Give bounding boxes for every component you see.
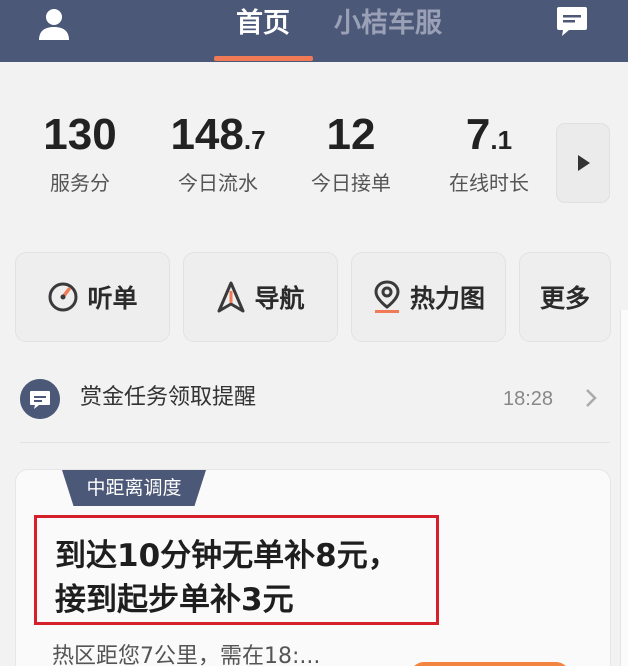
listen-orders-button[interactable]: 听单 — [16, 253, 169, 341]
stat-value: 148.7 — [170, 110, 266, 159]
top-bar: 首页 小桔车服 — [0, 0, 628, 62]
stat-today-revenue[interactable]: 148.7 今日流水 — [162, 108, 274, 197]
message-icon[interactable] — [555, 6, 589, 38]
stat-label: 在线时长 — [449, 171, 529, 195]
adjacent-panel-edge — [620, 310, 628, 666]
bounty-notice-row[interactable]: 赏金任务领取提醒 18:28 — [0, 357, 628, 439]
stat-value: 12 — [326, 110, 376, 159]
headline-line-1: 到达10分钟无单补8元， — [55, 538, 399, 574]
divider — [20, 442, 610, 443]
more-button[interactable]: 更多 — [520, 253, 610, 341]
location-pin-icon — [374, 280, 400, 313]
heatmap-button[interactable]: 热力图 — [352, 253, 505, 341]
stat-label: 今日流水 — [178, 171, 258, 195]
dispatch-card[interactable]: 中距离调度 到达10分钟无单补8元， 接到起步单补3元 热区距您7公里，需在18… — [16, 470, 610, 666]
action-label: 热力图 — [409, 284, 485, 313]
headline-line-2: 接到起步单补3元 — [55, 582, 294, 618]
navigation-button[interactable]: 导航 — [184, 253, 337, 341]
card-tag: 中距离调度 — [62, 470, 206, 506]
stat-today-orders[interactable]: 12 今日接单 — [303, 108, 399, 197]
action-label: 导航 — [254, 284, 305, 313]
stats-panel: 130 服务分 148.7 今日流水 12 今日接单 7.1 在线时长 — [0, 62, 628, 227]
stat-service-score[interactable]: 130 服务分 — [38, 108, 122, 197]
play-arrow-icon — [578, 155, 590, 171]
stat-label: 服务分 — [50, 171, 110, 195]
stats-more-button[interactable] — [557, 124, 609, 202]
card-tag-label: 中距离调度 — [86, 477, 182, 499]
gauge-icon — [48, 282, 78, 312]
chat-bubble-icon — [20, 379, 60, 419]
notice-text: 赏金任务领取提醒 — [80, 385, 257, 410]
navigation-icon — [217, 281, 245, 313]
notice-time: 18:28 — [503, 388, 554, 410]
stat-value: 130 — [43, 110, 117, 159]
stat-value: 7.1 — [465, 110, 513, 159]
action-label: 更多 — [539, 284, 590, 313]
active-tab-indicator — [214, 56, 313, 61]
stat-online-hours[interactable]: 7.1 在线时长 — [440, 108, 538, 197]
card-subtext: 热区距您7公里，需在18:... — [52, 644, 321, 666]
tab-car-service[interactable]: 小桔车服 — [334, 6, 442, 42]
stat-label: 今日接单 — [311, 171, 391, 195]
accept-button[interactable] — [410, 662, 570, 666]
tab-home[interactable]: 首页 — [236, 6, 290, 42]
action-bar: 听单 导航 热力图 更多 — [0, 253, 628, 343]
headline-highlight-box: 到达10分钟无单补8元， 接到起步单补3元 — [34, 515, 439, 625]
user-icon[interactable] — [36, 6, 72, 42]
chevron-right-icon — [586, 389, 597, 407]
action-label: 听单 — [87, 284, 138, 313]
